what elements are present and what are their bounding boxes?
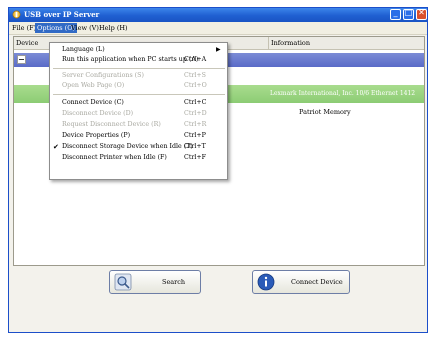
menu-item-label: Disconnect Device (D) [62,110,134,117]
menu-item-label: Disconnect Printer when Idle (F) [62,154,167,161]
menu-item-label: Disconnect Storage Device when Idle (T) [62,143,193,150]
menu-help[interactable]: Help (H) [97,23,130,33]
menu-item-shortcut: Ctrl+S [184,72,206,79]
app-window: USB over IP Server _ □ ✕ File (F) Option… [8,7,428,333]
menu-item-label: Language (L) [62,46,105,53]
close-icon: ✕ [418,8,425,17]
menu-item-label: Request Disconnect Device (R) [62,121,161,128]
options-dropdown-menu: Language (L) ▶ Run this application when… [49,42,228,180]
menu-item-shortcut: Ctrl+A [184,56,207,63]
connect-device-button-label: Connect Device [291,278,343,286]
window-title: USB over IP Server [24,10,100,19]
menu-item-shortcut: Ctrl+O [184,82,207,89]
menu-item-device-properties[interactable]: Device Properties (P) Ctrl+P [50,131,227,141]
menu-file[interactable]: File (F) [10,23,38,33]
title-bar[interactable]: USB over IP Server _ □ ✕ [9,8,427,22]
row-information: Patriot Memory [299,108,351,116]
menu-item-shortcut: Ctrl+D [184,110,207,117]
info-icon [257,273,275,291]
button-bar: Search Connect Device [9,266,427,332]
menu-separator [53,68,225,69]
menu-item-label: Server Configurations (S) [62,72,144,79]
usb-app-icon [12,10,21,19]
minimize-icon: _ [393,8,398,17]
search-button[interactable]: Search [109,270,201,294]
menu-item-open-web-page[interactable]: Open Web Page (O) Ctrl+O [50,81,227,91]
menu-item-label: Run this application when PC starts up (… [62,56,199,63]
search-button-label: Search [162,278,186,286]
checkmark-icon: ✔ [53,143,59,151]
menu-item-label: Device Properties (P) [62,132,131,139]
maximize-button[interactable]: □ [403,8,414,20]
menu-item-shortcut: Ctrl+T [184,143,206,150]
menu-item-disconnect-device[interactable]: Disconnect Device (D) Ctrl+D [50,109,227,119]
submenu-arrow-icon: ▶ [216,46,221,53]
menu-item-shortcut: Ctrl+F [184,154,207,161]
menu-item-language[interactable]: Language (L) ▶ [50,45,227,55]
menu-item-run-at-startup[interactable]: Run this application when PC starts up (… [50,55,227,65]
connect-device-button[interactable]: Connect Device [252,270,350,294]
menu-item-request-disconnect[interactable]: Request Disconnect Device (R) Ctrl+R [50,120,227,130]
maximize-icon: □ [404,8,413,17]
menu-bar: File (F) Options (O) View (V) Help (H) [9,22,427,35]
search-icon [114,273,132,291]
menu-separator [53,94,225,95]
menu-item-disconnect-printer-idle[interactable]: Disconnect Printer when Idle (F) Ctrl+F [50,153,227,163]
collapse-toggle[interactable] [17,55,26,64]
menu-item-shortcut: Ctrl+R [184,121,207,128]
close-button[interactable]: ✕ [416,8,427,20]
row-information: Lexmark International, Inc. 10/6 Etherne… [270,90,416,97]
menu-item-label: Open Web Page (O) [62,82,125,89]
menu-item-label: Connect Device (C) [62,99,124,106]
menu-item-server-configurations[interactable]: Server Configurations (S) Ctrl+S [50,71,227,81]
menu-item-connect-device[interactable]: Connect Device (C) Ctrl+C [50,98,227,108]
minus-icon [19,59,24,60]
menu-item-shortcut: Ctrl+P [184,132,206,139]
minimize-button[interactable]: _ [390,8,401,20]
column-header-information[interactable]: Information [269,37,424,49]
menu-item-shortcut: Ctrl+C [184,99,207,106]
menu-item-disconnect-storage-idle[interactable]: ✔ Disconnect Storage Device when Idle (T… [50,142,227,152]
